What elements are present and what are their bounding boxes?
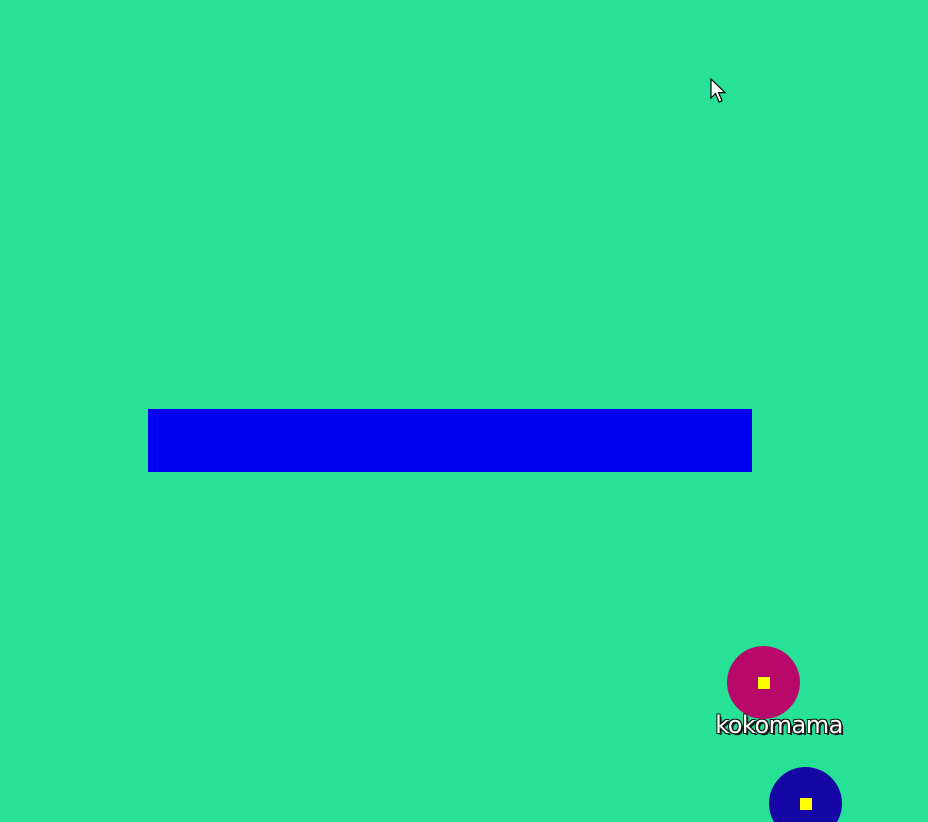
player-nametag: kokomama xyxy=(715,711,843,739)
player-kokomama xyxy=(727,646,800,719)
player-core-icon xyxy=(757,676,770,689)
player-navy xyxy=(769,767,842,822)
arrow-cursor-icon xyxy=(710,78,727,103)
player-core-icon xyxy=(799,797,812,810)
game-canvas[interactable]: kokomama xyxy=(0,0,928,822)
blue-platform xyxy=(148,409,752,472)
